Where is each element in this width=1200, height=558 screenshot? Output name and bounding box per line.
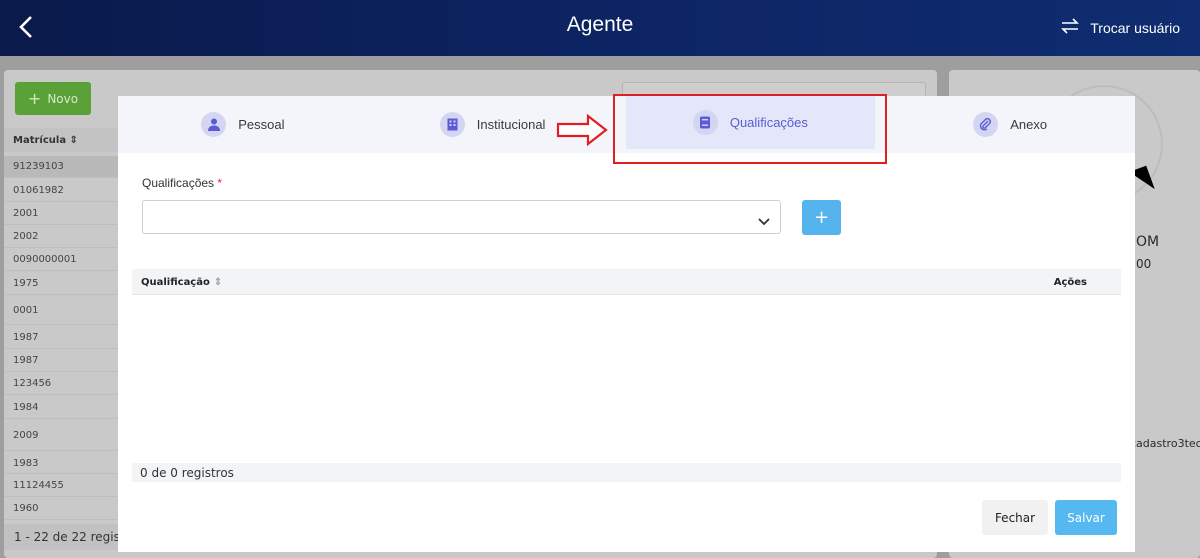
chevron-down-icon xyxy=(758,211,770,230)
qualifications-table-header: Qualificação ⇕ Ações xyxy=(132,269,1121,295)
sort-icon: ⇕ xyxy=(69,135,78,146)
tab-label: Institucional xyxy=(476,117,546,132)
page-title: Agente xyxy=(566,13,634,36)
table-row[interactable]: 1987 xyxy=(4,327,118,349)
background-side-text: 00 xyxy=(1136,257,1152,271)
tab-anexo[interactable]: Anexo xyxy=(885,96,1135,153)
required-marker: * xyxy=(217,176,223,190)
table-row[interactable]: 2001 xyxy=(4,203,118,225)
close-button[interactable]: Fechar xyxy=(982,500,1048,535)
swap-icon xyxy=(1060,18,1080,37)
plus-icon: + xyxy=(27,89,42,108)
matricula-column-header[interactable]: Matrícula ⇕ xyxy=(4,128,118,152)
table-row[interactable]: 123456 xyxy=(4,373,118,395)
switch-user-button[interactable]: Trocar usuário xyxy=(1060,18,1180,37)
qualifications-modal: Pessoal Institucional Qualificações Anex… xyxy=(118,94,1135,552)
add-qualification-button[interactable]: + xyxy=(802,200,841,235)
table-row[interactable]: 11124455 xyxy=(4,475,118,497)
tab-label: Qualificações xyxy=(729,115,808,130)
background-side-text: OM xyxy=(1136,234,1160,250)
table-row[interactable]: 1983 xyxy=(4,453,118,474)
switch-user-label: Trocar usuário xyxy=(1090,19,1180,36)
tab-qualificacoes[interactable]: Qualificações xyxy=(625,96,876,149)
table-row[interactable]: 0001 xyxy=(4,297,118,325)
new-button[interactable]: + Novo xyxy=(15,82,91,115)
table-row[interactable]: 1987 xyxy=(4,350,118,372)
table-row[interactable]: 1975 xyxy=(4,272,118,295)
tab-label: Anexo xyxy=(1010,117,1048,132)
person-icon xyxy=(201,112,227,137)
table-row[interactable]: 1960 xyxy=(4,498,118,520)
tab-label: Pessoal xyxy=(238,117,285,132)
qualifications-select[interactable] xyxy=(142,200,781,234)
table-row[interactable]: 91239103 xyxy=(4,156,118,178)
table-row[interactable]: 01061982 xyxy=(4,180,118,202)
qualification-column-header[interactable]: Qualificação ⇕ xyxy=(141,277,222,288)
qualifications-field-label: Qualificações * xyxy=(142,176,223,190)
annotation-arrow-icon xyxy=(556,113,608,150)
new-button-label: Novo xyxy=(47,91,79,106)
table-row[interactable]: 0090000001 xyxy=(4,249,118,271)
table-row[interactable]: 1984 xyxy=(4,397,118,419)
building-icon xyxy=(439,112,465,137)
app-header: Agente Trocar usuário xyxy=(0,0,1200,56)
table-row[interactable]: 2002 xyxy=(4,226,118,248)
table-row[interactable]: 2009 xyxy=(4,421,118,451)
save-button[interactable]: Salvar xyxy=(1055,500,1117,535)
book-icon xyxy=(692,110,718,135)
actions-column-header: Ações xyxy=(1053,277,1087,288)
background-side-text: cadastro3tec xyxy=(1130,437,1200,450)
tab-pessoal[interactable]: Pessoal xyxy=(118,96,368,153)
background-pagination-text: 1 - 22 de 22 registros xyxy=(4,524,118,550)
paperclip-icon xyxy=(973,112,999,137)
table-record-count: 0 de 0 registros xyxy=(132,463,1121,482)
tab-bar: Pessoal Institucional Qualificações Anex… xyxy=(118,96,1135,153)
sort-icon: ⇕ xyxy=(213,277,223,288)
